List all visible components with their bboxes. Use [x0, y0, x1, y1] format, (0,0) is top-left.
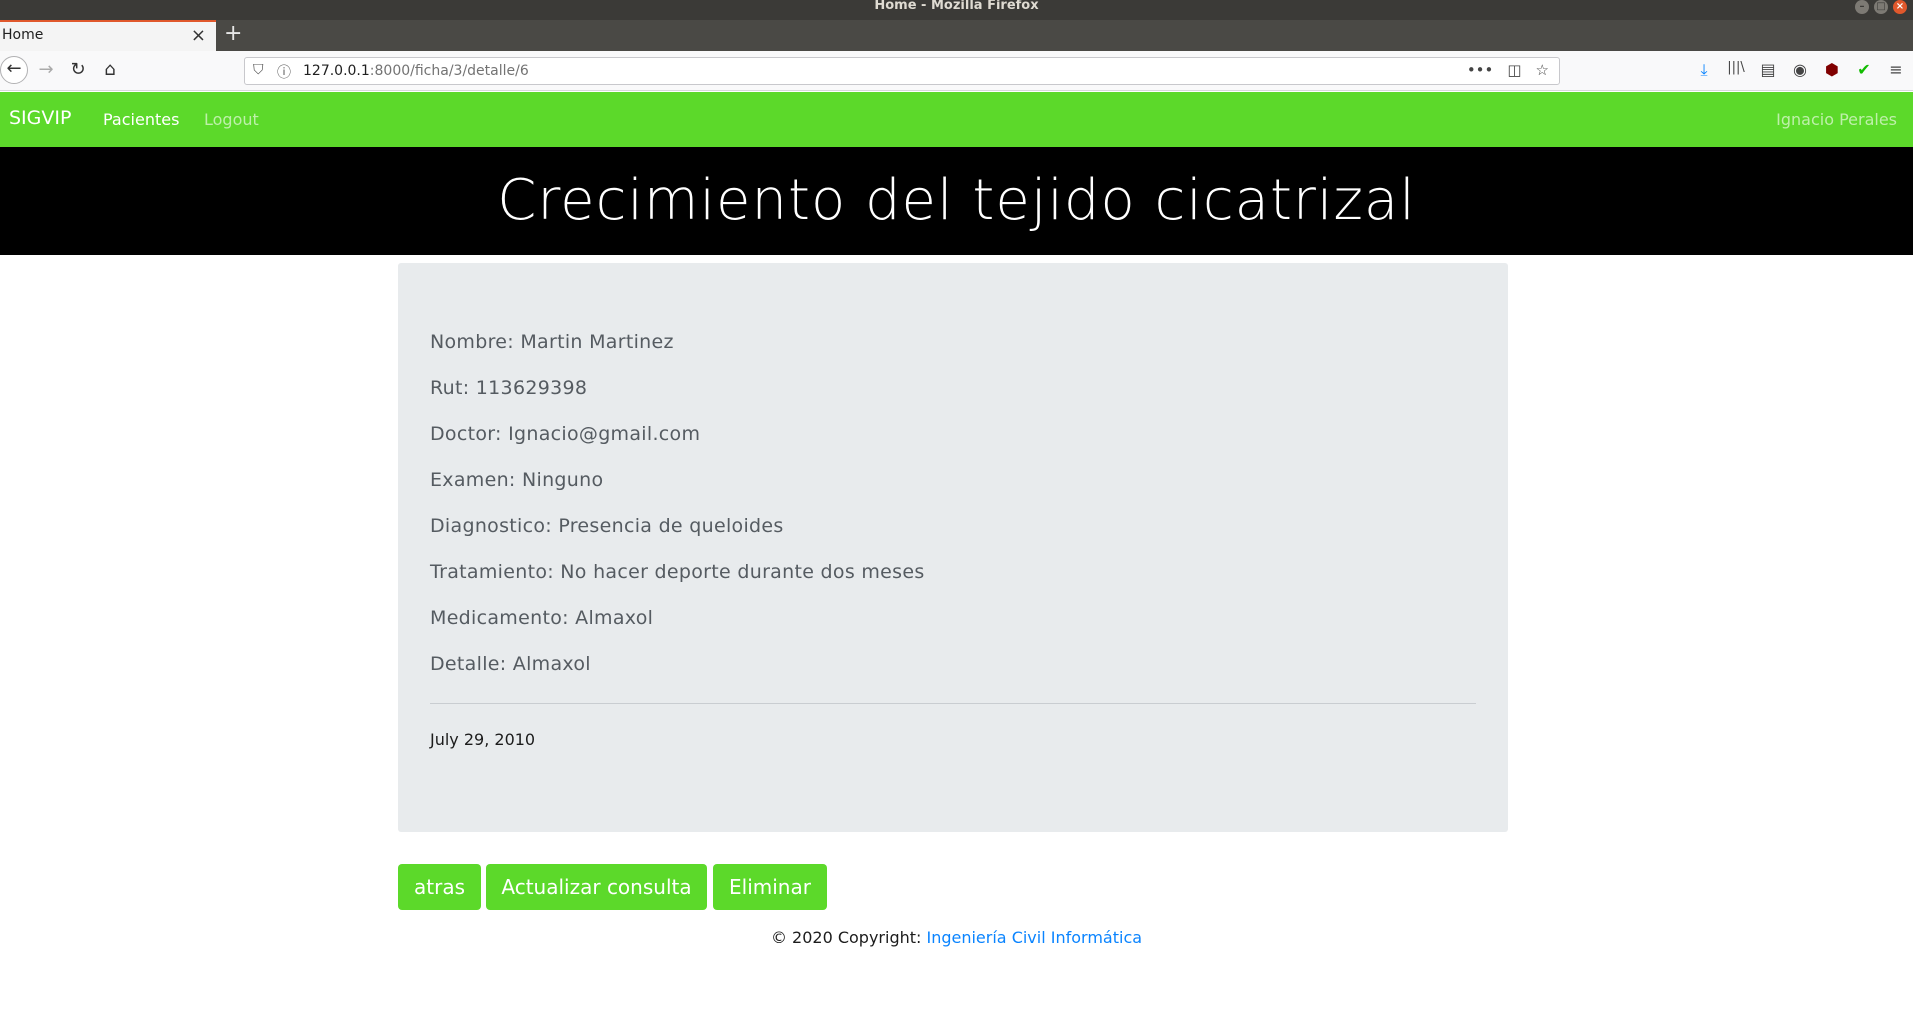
url-bar[interactable]: ⛉ ⓘ 127.0.0.1:8000/ficha/3/detalle/6 •••… — [244, 57, 1560, 85]
field-detalle: Detalle: Almaxol — [430, 653, 591, 675]
home-icon[interactable]: ⌂ — [98, 59, 122, 80]
page-footer: © 2020 Copyright: Ingeniería Civil Infor… — [0, 928, 1913, 947]
copyright-text: © 2020 Copyright: — [770, 928, 927, 947]
maximize-icon[interactable]: □ — [1874, 0, 1888, 14]
url-text[interactable]: 127.0.0.1:8000/ficha/3/detalle/6 — [303, 63, 529, 79]
field-diagnostico: Diagnostico: Presencia de queloides — [430, 515, 784, 537]
window-controls: – □ × — [1855, 0, 1907, 14]
delete-button[interactable]: Eliminar — [713, 864, 827, 910]
pocket-icon[interactable]: ◫ — [1507, 61, 1521, 79]
new-tab-icon[interactable]: + — [224, 21, 242, 46]
tab-home[interactable]: Home × — [0, 20, 216, 51]
card-divider — [430, 703, 1476, 704]
close-window-icon[interactable]: × — [1893, 0, 1907, 14]
app-navbar: SIGVIP Pacientes Logout Ignacio Perales — [0, 92, 1913, 147]
tab-strip: Home × + — [0, 20, 1913, 51]
nav-link-pacientes[interactable]: Pacientes — [103, 110, 179, 129]
nav-user-name[interactable]: Ignacio Perales — [1776, 110, 1897, 129]
back-button[interactable]: atras — [398, 864, 481, 910]
consultation-detail-card: Nombre: Martin Martinez Rut: 113629398 D… — [398, 263, 1508, 832]
url-host: 127.0.0.1 — [303, 63, 370, 79]
field-medicamento: Medicamento: Almaxol — [430, 607, 654, 629]
tracking-shield-icon[interactable]: ⛉ — [253, 62, 264, 78]
forward-icon[interactable]: → — [34, 59, 58, 80]
url-path: :8000/ficha/3/detalle/6 — [369, 63, 529, 79]
field-doctor: Doctor: Ignacio@gmail.com — [430, 423, 701, 445]
ublock-icon[interactable]: ⬢ — [1823, 60, 1841, 80]
field-examen: Examen: Ninguno — [430, 469, 604, 491]
bookmark-star-icon[interactable]: ☆ — [1536, 61, 1549, 79]
minimize-icon[interactable]: – — [1855, 0, 1869, 14]
library-icon[interactable]: |||\ — [1727, 60, 1745, 80]
tab-title: Home — [2, 27, 44, 43]
url-actions: ••• ◫ ☆ — [1467, 61, 1549, 79]
field-nombre: Nombre: Martin Martinez — [430, 331, 674, 353]
page-title: Crecimiento del tejido cicatrizal — [497, 168, 1416, 233]
close-tab-icon[interactable]: × — [191, 25, 206, 46]
consultation-date: July 29, 2010 — [430, 730, 536, 749]
field-tratamiento: Tratamiento: No hacer deporte durante do… — [430, 561, 925, 583]
field-rut: Rut: 113629398 — [430, 377, 588, 399]
extension-check-icon[interactable]: ✔ — [1855, 60, 1873, 80]
back-icon[interactable]: ← — [0, 56, 28, 84]
site-info-icon[interactable]: ⓘ — [277, 62, 291, 82]
page-header: Crecimiento del tejido cicatrizal — [0, 147, 1913, 255]
download-icon[interactable]: ⤓ — [1695, 60, 1713, 80]
reload-icon[interactable]: ↻ — [66, 59, 90, 80]
browser-toolbar: ← → ↻ ⌂ ⛉ ⓘ 127.0.0.1:8000/ficha/3/detal… — [0, 51, 1913, 91]
account-icon[interactable]: ◉ — [1791, 60, 1809, 80]
sidebar-icon[interactable]: ▤ — [1759, 60, 1777, 80]
menu-icon[interactable]: ≡ — [1887, 60, 1905, 80]
brand-logo[interactable]: SIGVIP — [9, 107, 71, 129]
update-consultation-button[interactable]: Actualizar consulta — [486, 864, 707, 910]
toolbar-right: ⤓ |||\ ▤ ◉ ⬢ ✔ ≡ — [1695, 60, 1905, 80]
window-title: Home - Mozilla Firefox — [874, 0, 1039, 13]
nav-link-logout[interactable]: Logout — [204, 110, 259, 129]
page-actions-icon[interactable]: ••• — [1467, 61, 1494, 79]
window-titlebar: Home - Mozilla Firefox – □ × — [0, 0, 1913, 20]
footer-link[interactable]: Ingeniería Civil Informática — [926, 928, 1142, 947]
